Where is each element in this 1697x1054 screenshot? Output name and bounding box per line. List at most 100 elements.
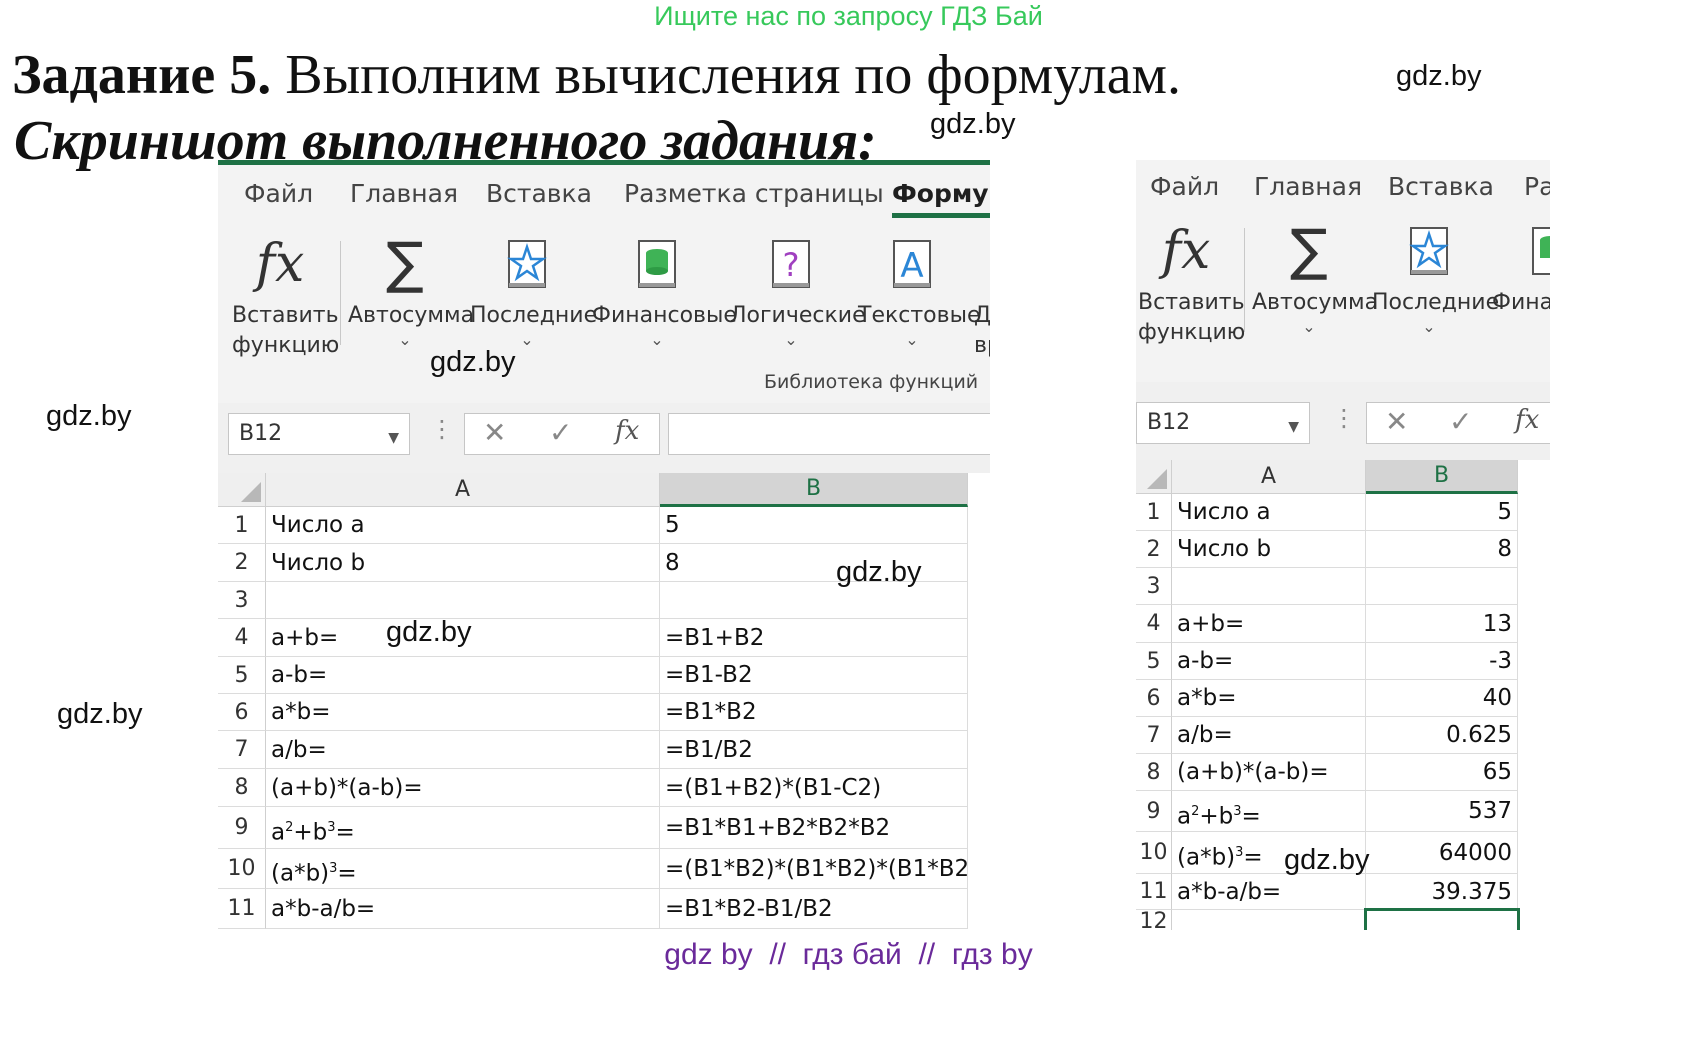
row-header[interactable]: 10 (1136, 832, 1172, 874)
row-header[interactable]: 3 (218, 582, 266, 619)
row-header[interactable]: 11 (1136, 874, 1172, 910)
tab-page-layout[interactable]: Ра (1524, 172, 1550, 201)
cell-b[interactable]: 40 (1366, 680, 1518, 717)
fx-icon[interactable]: fx (1515, 405, 1539, 435)
fx-icon[interactable]: fx (615, 416, 639, 446)
cell-a[interactable]: a*b= (266, 694, 660, 731)
column-header-b[interactable]: B (660, 473, 968, 507)
cell-a[interactable]: Число a (1172, 494, 1366, 531)
cell-b[interactable]: =B1-B2 (660, 657, 968, 694)
cell-a[interactable]: a*b= (1172, 680, 1366, 717)
cell-a[interactable]: a2+b3= (266, 807, 660, 849)
name-box[interactable]: B12 ▼ (228, 413, 410, 455)
cell-b[interactable]: =B1/B2 (660, 731, 968, 769)
row-header[interactable]: 8 (1136, 754, 1172, 791)
cell-a[interactable]: a2+b3= (1172, 791, 1366, 832)
cell-a[interactable]: a/b= (266, 731, 660, 769)
financial-functions-button[interactable]: Финан (1492, 218, 1550, 318)
insert-function-button[interactable]: fx Вставить функцию (232, 231, 339, 361)
cell-a[interactable]: a/b= (1172, 717, 1366, 754)
cell-a[interactable]: Число b (266, 544, 660, 582)
cell-a[interactable] (266, 582, 660, 619)
autosum-button[interactable]: ∑ Автосумма ⌄ (348, 231, 474, 349)
cell-a[interactable]: a-b= (1172, 643, 1366, 680)
select-all-corner[interactable] (218, 473, 266, 507)
row-header[interactable]: 3 (1136, 568, 1172, 605)
tab-formulas[interactable]: Формул (892, 179, 990, 218)
cell-a[interactable]: (a+b)*(a-b)= (1172, 754, 1366, 791)
recent-functions-button[interactable]: Последние ⌄ (470, 231, 597, 349)
cell-b[interactable]: 65 (1366, 754, 1518, 791)
cell-b[interactable]: 8 (660, 544, 968, 582)
cell-b[interactable]: 13 (1366, 605, 1518, 643)
row-header[interactable]: 6 (1136, 680, 1172, 717)
row-header[interactable]: 7 (218, 731, 266, 769)
cell-b[interactable]: =B1+B2 (660, 619, 968, 657)
row-header[interactable]: 1 (1136, 494, 1172, 531)
autosum-button[interactable]: ∑ Автосумма ⌄ (1252, 218, 1378, 336)
column-header-a[interactable]: A (266, 473, 660, 507)
cell-a[interactable] (1172, 568, 1366, 605)
row-header[interactable]: 2 (218, 544, 266, 582)
cell-b[interactable]: -3 (1366, 643, 1518, 680)
recent-functions-button[interactable]: Последние ⌄ (1372, 218, 1499, 336)
tab-home[interactable]: Главная (1254, 172, 1362, 201)
cell-b[interactable]: 39.375 (1366, 874, 1518, 910)
text-functions-button[interactable]: A Текстовые ⌄ (858, 231, 981, 349)
insert-function-button[interactable]: fx Вставить функцию (1138, 218, 1245, 348)
tab-insert[interactable]: Вставка (1388, 172, 1494, 201)
cell-b[interactable]: 64000 (1366, 832, 1518, 874)
row-header[interactable]: 4 (1136, 605, 1172, 643)
cell-b[interactable]: =B1*B2-B1/B2 (660, 889, 968, 929)
chevron-down-icon[interactable]: ▼ (388, 418, 399, 458)
name-box[interactable]: B12 ▼ (1136, 402, 1310, 444)
tab-file[interactable]: Файл (1150, 172, 1219, 201)
cell-a[interactable]: (a*b)3= (266, 849, 660, 889)
cell-a[interactable]: Число a (266, 507, 660, 544)
column-header-b[interactable]: B (1366, 460, 1518, 494)
cell-b[interactable]: =(B1*B2)*(B1*B2)*(B1*B2) (660, 849, 968, 889)
check-icon[interactable]: ✓ (1449, 405, 1472, 438)
cell-a[interactable]: (a+b)*(a-b)= (266, 769, 660, 807)
cell-a[interactable]: a*b-a/b= (266, 889, 660, 929)
row-header[interactable]: 4 (218, 619, 266, 657)
tab-home[interactable]: Главная (350, 179, 458, 208)
select-all-corner[interactable] (1136, 460, 1172, 494)
cell-a[interactable] (1172, 910, 1366, 930)
row-header[interactable]: 6 (218, 694, 266, 731)
row-header[interactable]: 9 (1136, 791, 1172, 832)
tab-insert[interactable]: Вставка (486, 179, 592, 208)
tab-file[interactable]: Файл (244, 179, 313, 208)
row-header[interactable]: 12 (1136, 910, 1172, 930)
datetime-functions-button[interactable]: Д вр (974, 301, 990, 361)
financial-functions-button[interactable]: Финансовые ⌄ (592, 231, 737, 349)
logical-functions-button[interactable]: ? Логические ⌄ (730, 231, 866, 349)
column-header-a[interactable]: A (1172, 460, 1366, 494)
cell-b[interactable]: 5 (1366, 494, 1518, 531)
row-header[interactable]: 9 (218, 807, 266, 849)
row-header[interactable]: 10 (218, 849, 266, 889)
selected-cell-b12[interactable] (1364, 908, 1520, 930)
cell-a[interactable]: a*b-a/b= (1172, 874, 1366, 910)
cell-a[interactable]: a+b= (1172, 605, 1366, 643)
row-header[interactable]: 5 (218, 657, 266, 694)
row-header[interactable]: 5 (1136, 643, 1172, 680)
cell-a[interactable]: Число b (1172, 531, 1366, 568)
cell-b[interactable] (1366, 568, 1518, 605)
formula-input[interactable] (668, 413, 990, 455)
row-header[interactable]: 8 (218, 769, 266, 807)
check-icon[interactable]: ✓ (549, 416, 572, 449)
cell-b[interactable]: =B1*B1+B2*B2*B2 (660, 807, 968, 849)
cell-b[interactable]: 5 (660, 507, 968, 544)
row-header[interactable]: 11 (218, 889, 266, 929)
cancel-icon[interactable]: ✕ (1385, 405, 1408, 438)
cell-b[interactable]: 8 (1366, 531, 1518, 568)
cell-b[interactable]: =(B1+B2)*(B1-C2) (660, 769, 968, 807)
chevron-down-icon[interactable]: ▼ (1288, 407, 1299, 447)
cell-b[interactable]: 0.625 (1366, 717, 1518, 754)
row-header[interactable]: 2 (1136, 531, 1172, 568)
row-header[interactable]: 1 (218, 507, 266, 544)
cell-b[interactable]: 537 (1366, 791, 1518, 832)
cell-a[interactable]: a-b= (266, 657, 660, 694)
tab-page-layout[interactable]: Разметка страницы (624, 179, 884, 208)
